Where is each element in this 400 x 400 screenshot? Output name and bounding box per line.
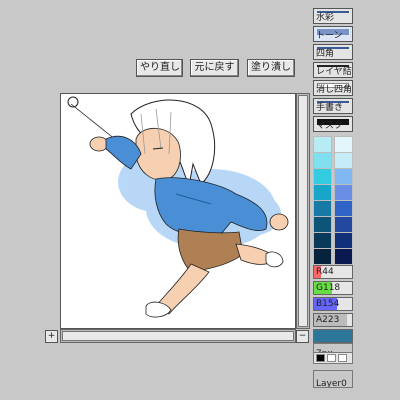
vertical-scrollbar[interactable] xyxy=(296,93,310,329)
palette-swatch[interactable] xyxy=(313,200,332,217)
tool-layer-merge[interactable]: レイヤ結合 xyxy=(313,62,353,78)
tool-rectangle[interactable]: 四角 xyxy=(313,44,353,60)
black-swatch[interactable] xyxy=(316,354,325,362)
palette-swatch[interactable] xyxy=(334,232,353,249)
drawing-canvas[interactable] xyxy=(60,93,296,329)
palette-swatch[interactable] xyxy=(313,216,332,233)
alpha-value: A223 xyxy=(316,315,340,325)
tool-label: 四角 xyxy=(316,49,335,59)
tool-label: マスク xyxy=(316,121,344,131)
palette-swatch[interactable] xyxy=(334,216,353,233)
tool-label: 手書き xyxy=(316,103,344,113)
redo-button[interactable]: やり直し xyxy=(136,59,183,77)
fill-button[interactable]: 塗り潰し xyxy=(247,59,295,77)
red-value: R44 xyxy=(316,267,334,277)
tool-mask[interactable]: マスク xyxy=(313,116,353,132)
blue-slider[interactable]: B154 xyxy=(313,297,353,311)
palette-swatch[interactable] xyxy=(334,184,353,201)
tool-label: 水彩 xyxy=(316,13,335,23)
tool-label: 消し四角 xyxy=(316,85,353,95)
palette-swatch[interactable] xyxy=(313,152,332,169)
palette-swatch[interactable] xyxy=(313,184,332,201)
undo-button[interactable]: 元に戻す xyxy=(190,59,239,77)
tool-freehand[interactable]: 手書き xyxy=(313,98,353,114)
tool-tone[interactable]: トーン xyxy=(313,26,353,42)
canvas-drawing xyxy=(67,96,289,318)
color-palette xyxy=(313,136,353,266)
tool-watercolor[interactable]: 水彩 xyxy=(313,8,353,24)
mono-swatches xyxy=(313,352,353,364)
tool-label: レイヤ結合 xyxy=(316,67,352,77)
green-value: G118 xyxy=(316,283,341,293)
palette-swatch[interactable] xyxy=(313,248,332,265)
layer-name: Layer0 xyxy=(316,379,347,388)
tool-erase-rectangle[interactable]: 消し四角 xyxy=(313,80,353,96)
red-slider[interactable]: R44 xyxy=(313,265,353,279)
horizontal-scroll-thumb[interactable] xyxy=(62,331,294,341)
palette-swatch[interactable] xyxy=(313,168,332,185)
tool-label: トーン xyxy=(316,31,343,41)
alpha-slider[interactable]: A223 xyxy=(313,313,353,327)
palette-swatch[interactable] xyxy=(334,248,353,265)
palette-swatch[interactable] xyxy=(334,152,353,169)
horizontal-scrollbar[interactable] xyxy=(60,329,296,343)
white-swatch[interactable] xyxy=(327,354,336,362)
zoom-in-button[interactable]: + xyxy=(45,330,58,343)
palette-swatch[interactable] xyxy=(334,168,353,185)
vertical-scroll-thumb[interactable] xyxy=(298,95,308,327)
layer-selector[interactable]: Layer0 xyxy=(313,370,353,388)
blue-value: B154 xyxy=(316,299,340,309)
green-slider[interactable]: G118 xyxy=(313,281,353,295)
white-swatch-2[interactable] xyxy=(338,354,347,362)
palette-swatch[interactable] xyxy=(334,200,353,217)
palette-swatch[interactable] xyxy=(313,232,332,249)
palette-swatch[interactable] xyxy=(313,136,332,153)
current-color-preview xyxy=(313,329,353,343)
zoom-out-button[interactable]: − xyxy=(296,330,309,343)
palette-swatch[interactable] xyxy=(334,136,353,153)
